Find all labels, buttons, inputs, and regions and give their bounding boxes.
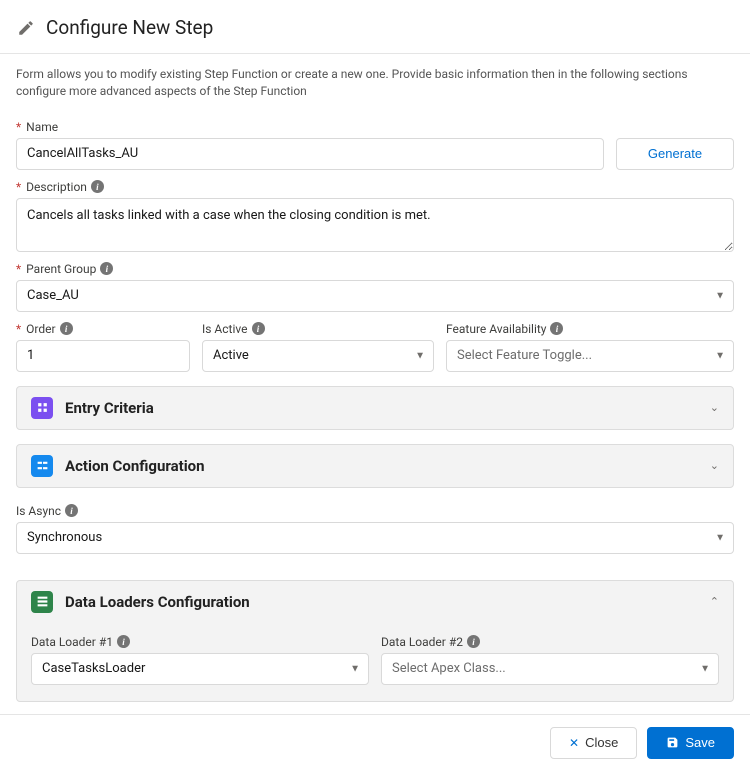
chevron-up-icon: ⌃ [710, 595, 719, 608]
field-is-async: Is Async i Synchronous ▼ [16, 504, 734, 554]
data-loader-1-select[interactable]: CaseTasksLoader ▼ [31, 653, 369, 685]
field-data-loader-1: Data Loader #1 i CaseTasksLoader ▼ [31, 635, 369, 685]
info-icon[interactable]: i [65, 504, 78, 517]
save-button-label: Save [685, 735, 715, 750]
field-generate: Generate [616, 120, 734, 170]
label-order: * Order i [16, 322, 190, 336]
info-icon[interactable]: i [117, 635, 130, 648]
parent-group-select[interactable]: Case_AU ▼ [16, 280, 734, 312]
panel-data-loaders: Data Loaders Configuration ⌃ Data Loader… [16, 580, 734, 702]
row-is-async: Is Async i Synchronous ▼ [16, 504, 734, 554]
required-marker: * [16, 322, 21, 336]
field-data-loader-2: Data Loader #2 i Select Apex Class... ▼ [381, 635, 719, 685]
panel-data-loaders-header[interactable]: Data Loaders Configuration ⌃ [17, 581, 733, 623]
data-loaders-icon [31, 591, 53, 613]
label-data-loader-2-text: Data Loader #2 [381, 635, 463, 649]
panel-action-config-header[interactable]: Action Configuration ⌄ [17, 445, 733, 487]
label-order-text: Order [26, 322, 55, 336]
field-name: * Name [16, 120, 604, 170]
info-icon[interactable]: i [550, 322, 563, 335]
is-async-value: Synchronous [27, 530, 102, 545]
description-input[interactable] [16, 198, 734, 252]
field-parent-group: * Parent Group i Case_AU ▼ [16, 262, 734, 312]
form-body: * Name Generate * Description i [0, 106, 750, 715]
label-description: * Description i [16, 180, 734, 194]
label-is-active-text: Is Active [202, 322, 248, 336]
required-marker: * [16, 180, 21, 194]
label-description-text: Description [26, 180, 87, 194]
field-description: * Description i [16, 180, 734, 252]
panel-action-config-title: Action Configuration [65, 457, 698, 475]
close-icon [569, 735, 579, 750]
label-name: * Name [16, 120, 604, 134]
close-button-label: Close [585, 735, 618, 750]
generate-button-label: Generate [648, 146, 702, 161]
required-marker: * [16, 120, 21, 134]
label-is-active: Is Active i [202, 322, 434, 336]
field-feature-availability: Feature Availability i Select Feature To… [446, 322, 734, 372]
panel-entry-criteria: Entry Criteria ⌄ [16, 386, 734, 430]
chevron-down-icon: ⌄ [710, 459, 719, 472]
parent-group-value: Case_AU [27, 288, 79, 303]
label-generate-spacer [616, 120, 734, 134]
close-button[interactable]: Close [550, 727, 637, 759]
chevron-down-icon: ▼ [715, 532, 725, 543]
chevron-down-icon: ▼ [700, 663, 710, 674]
field-is-active: Is Active i Active ▼ [202, 322, 434, 372]
label-feature-availability-text: Feature Availability [446, 322, 546, 336]
data-loader-2-select[interactable]: Select Apex Class... ▼ [381, 653, 719, 685]
info-icon[interactable]: i [467, 635, 480, 648]
dialog-footer: Close Save [0, 715, 750, 773]
info-icon[interactable]: i [60, 322, 73, 335]
field-order: * Order i [16, 322, 190, 372]
dialog-title: Configure New Step [46, 16, 213, 39]
chevron-down-icon: ▼ [350, 663, 360, 674]
panel-entry-criteria-title: Entry Criteria [65, 399, 698, 417]
generate-button[interactable]: Generate [616, 138, 734, 170]
label-feature-availability: Feature Availability i [446, 322, 734, 336]
info-icon[interactable]: i [91, 180, 104, 193]
dialog-intro-text: Form allows you to modify existing Step … [0, 54, 750, 106]
is-active-value: Active [213, 348, 249, 363]
row-order-active-feature: * Order i Is Active i Active ▼ Feature [16, 322, 734, 372]
row-data-loaders: Data Loader #1 i CaseTasksLoader ▼ Data … [31, 635, 719, 685]
data-loader-1-value: CaseTasksLoader [42, 661, 145, 676]
row-name: * Name Generate [16, 120, 734, 170]
save-button[interactable]: Save [647, 727, 734, 759]
panel-action-config: Action Configuration ⌄ [16, 444, 734, 488]
chevron-down-icon: ▼ [415, 350, 425, 361]
configure-step-dialog: Configure New Step Form allows you to mo… [0, 0, 750, 773]
feature-availability-placeholder: Select Feature Toggle... [457, 348, 592, 363]
order-input[interactable] [16, 340, 190, 372]
chevron-down-icon: ▼ [715, 290, 725, 301]
label-data-loader-1: Data Loader #1 i [31, 635, 369, 649]
row-parent-group: * Parent Group i Case_AU ▼ [16, 262, 734, 312]
panel-entry-criteria-header[interactable]: Entry Criteria ⌄ [17, 387, 733, 429]
label-is-async-text: Is Async [16, 504, 61, 518]
required-marker: * [16, 262, 21, 276]
info-icon[interactable]: i [252, 322, 265, 335]
label-parent-group: * Parent Group i [16, 262, 734, 276]
chevron-down-icon: ▼ [715, 350, 725, 361]
name-input[interactable] [16, 138, 604, 170]
chevron-down-icon: ⌄ [710, 401, 719, 414]
dialog-header: Configure New Step [0, 0, 750, 54]
save-icon [666, 736, 679, 749]
action-config-icon [31, 455, 53, 477]
label-is-async: Is Async i [16, 504, 734, 518]
is-active-select[interactable]: Active ▼ [202, 340, 434, 372]
pencil-icon [16, 18, 36, 38]
panel-data-loaders-body: Data Loader #1 i CaseTasksLoader ▼ Data … [17, 623, 733, 701]
is-async-select[interactable]: Synchronous ▼ [16, 522, 734, 554]
info-icon[interactable]: i [100, 262, 113, 275]
data-loader-2-placeholder: Select Apex Class... [392, 661, 506, 676]
row-description: * Description i [16, 180, 734, 252]
feature-availability-select[interactable]: Select Feature Toggle... ▼ [446, 340, 734, 372]
label-name-text: Name [26, 120, 58, 134]
entry-criteria-icon [31, 397, 53, 419]
label-parent-group-text: Parent Group [26, 262, 96, 276]
label-data-loader-2: Data Loader #2 i [381, 635, 719, 649]
label-data-loader-1-text: Data Loader #1 [31, 635, 113, 649]
panel-data-loaders-title: Data Loaders Configuration [65, 593, 698, 611]
